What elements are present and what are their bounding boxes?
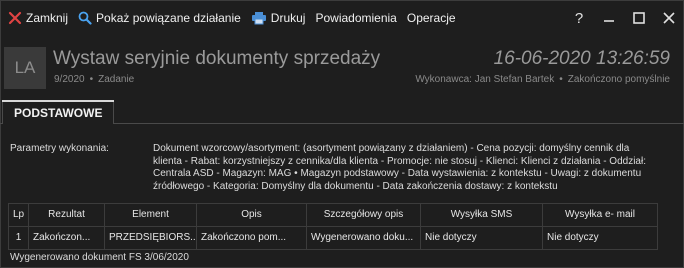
results-table: Lp Rezultat Element Opis Szczegółowy opi… xyxy=(8,203,658,250)
show-related-action-button[interactable]: Pokaż powiązane działanie xyxy=(73,5,246,31)
cell-detailed-description: Wygenerowano doku... xyxy=(307,227,421,249)
params-label: Parametry wykonania: xyxy=(10,143,109,154)
window-close-button[interactable] xyxy=(654,0,684,36)
column-header-element[interactable]: Element xyxy=(105,204,197,226)
cell-description: Zakończono pom... xyxy=(197,227,307,249)
task-number: 9/2020 xyxy=(54,74,85,85)
operations-button[interactable]: Operacje xyxy=(402,5,461,31)
task-right-meta: Wykonawca: Jan Stefan Bartek • Zakończono … xyxy=(415,74,670,85)
task-meta: 9/2020 • Zadanie xyxy=(54,74,134,85)
window-controls: ? xyxy=(564,0,684,36)
maximize-icon xyxy=(633,12,645,24)
search-icon xyxy=(78,11,92,25)
notifications-button-label: Powiadomienia xyxy=(315,11,397,25)
close-icon xyxy=(8,11,22,25)
printer-icon xyxy=(251,12,266,25)
tab-basic-label: PODSTAWOWE xyxy=(14,106,103,120)
window-close-icon xyxy=(663,12,675,24)
print-button-label: Drukuj xyxy=(270,11,306,25)
tab-basic[interactable]: PODSTAWOWE xyxy=(1,100,115,125)
show-related-action-label: Pokaż powiązane działanie xyxy=(96,11,241,25)
cell-lp: 1 xyxy=(9,227,29,249)
operations-button-label: Operacje xyxy=(406,11,456,25)
column-header-lp[interactable]: Lp xyxy=(9,204,29,226)
status-text: Wygenerowano dokument FS 3/06/2020 xyxy=(10,252,189,263)
column-header-sms[interactable]: Wysyłka SMS xyxy=(421,204,543,226)
cell-result: Zakończon... xyxy=(29,227,105,249)
notifications-button[interactable]: Powiadomienia xyxy=(310,5,401,31)
page-title: Wystaw seryjnie dokumenty sprzedaży xyxy=(53,48,381,69)
print-button[interactable]: Drukuj xyxy=(246,5,311,31)
column-header-email[interactable]: Wysyłka e- mail xyxy=(543,204,657,226)
column-header-detailed-description[interactable]: Szczegółowy opis xyxy=(307,204,421,226)
table-row[interactable]: 1 Zakończon... PRZEDSIĘBIORS... Zakończo… xyxy=(9,227,657,249)
cell-email: Nie dotyczy xyxy=(547,232,599,243)
table-header: Lp Rezultat Element Opis Szczegółowy opi… xyxy=(9,204,657,227)
status-badge: Zakończono pomyślnie xyxy=(567,74,670,85)
meta-separator: • xyxy=(89,74,94,85)
column-header-result[interactable]: Rezultat xyxy=(29,204,105,226)
avatar: LA xyxy=(4,47,46,89)
task-datetime: 16-06-2020 13:26:59 xyxy=(493,48,670,69)
cell-element: PRZEDSIĘBIORS... xyxy=(105,227,197,249)
help-button[interactable]: ? xyxy=(564,0,594,36)
maximize-button[interactable] xyxy=(624,0,654,36)
task-type: Zadanie xyxy=(98,74,135,85)
cell-sms: Nie dotyczy xyxy=(421,227,543,249)
meta-separator: • xyxy=(559,74,563,85)
help-icon: ? xyxy=(574,9,584,27)
executor: Wykonawca: Jan Stefan Bartek xyxy=(415,74,555,85)
close-button-label: Zamknij xyxy=(26,11,69,25)
close-button[interactable]: Zamknij xyxy=(3,5,73,31)
minimize-button[interactable] xyxy=(594,0,624,36)
column-header-description[interactable]: Opis xyxy=(197,204,307,226)
params-text: Dokument wzorcowy/asortyment: (asortymen… xyxy=(153,143,646,192)
minimize-icon xyxy=(604,20,614,22)
